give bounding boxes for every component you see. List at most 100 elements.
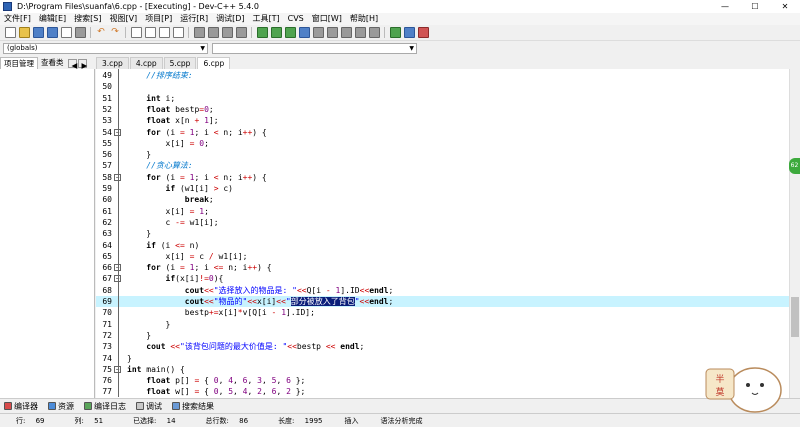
- options-icon[interactable]: [235, 27, 247, 38]
- tab-debug[interactable]: 调试: [132, 401, 162, 412]
- print-icon[interactable]: [74, 27, 86, 38]
- replace-icon[interactable]: [144, 27, 156, 38]
- save-all-icon[interactable]: [46, 27, 58, 38]
- tab-resources[interactable]: 资源: [44, 401, 74, 412]
- profile-icon[interactable]: [326, 27, 338, 38]
- rebuild-icon[interactable]: [298, 27, 310, 38]
- chevron-right-icon[interactable]: ▶: [77, 58, 87, 70]
- menu-item[interactable]: CVS: [284, 13, 308, 25]
- menu-item[interactable]: 编辑[E]: [35, 13, 70, 25]
- code-line[interactable]: 50: [96, 81, 789, 92]
- scrollbar-thumb[interactable]: [791, 297, 799, 337]
- code-text: cout<<"选择放入的物品是: "<<Q[i - 1].ID<<endl;: [184, 285, 394, 295]
- close-file-icon[interactable]: [60, 27, 72, 38]
- code-line[interactable]: 53 float x[n + 1];: [96, 115, 789, 126]
- minimize-button[interactable]: —: [710, 0, 740, 13]
- code-text: if(x[i]!=0){: [165, 274, 224, 284]
- compile-icon[interactable]: [256, 27, 268, 38]
- tab-classes[interactable]: 查看类: [38, 57, 67, 69]
- tab-search-results[interactable]: 搜索结果: [168, 401, 214, 412]
- code-line[interactable]: 54− for (i = 1; i < n; i++) {: [96, 127, 789, 138]
- project-icon[interactable]: [193, 27, 205, 38]
- code-line[interactable]: 57 //贪心算法:: [96, 160, 789, 171]
- find-next-icon[interactable]: [158, 27, 170, 38]
- code-line[interactable]: 68 cout<<"选择放入的物品是: "<<Q[i - 1].ID<<endl…: [96, 285, 789, 296]
- code-line[interactable]: 75−int main() {: [96, 364, 789, 375]
- code-line[interactable]: 64 if (i <= n): [96, 240, 789, 251]
- line-number: 51: [102, 93, 112, 103]
- tab-compiler[interactable]: 编译器: [0, 401, 38, 412]
- code-line[interactable]: 56 }: [96, 149, 789, 160]
- debug-icon[interactable]: [312, 27, 324, 38]
- code-line[interactable]: 59 if (w1[i] > c): [96, 183, 789, 194]
- menu-item[interactable]: 视图[V]: [105, 13, 141, 25]
- status-row: 行: 69: [8, 416, 45, 426]
- run-icon[interactable]: [270, 27, 282, 38]
- menu-item[interactable]: 帮助[H]: [346, 13, 382, 25]
- code-line[interactable]: 77 float w[] = { 0, 5, 4, 2, 6, 2 };: [96, 386, 789, 397]
- code-line[interactable]: 51 int i;: [96, 93, 789, 104]
- code-line[interactable]: 62 c -= w1[i];: [96, 217, 789, 228]
- check-syntax-icon[interactable]: [340, 27, 352, 38]
- code-editor[interactable]: 49 //排序结束: 50 51 int i; 52 float bestp=0; 53…: [96, 69, 789, 398]
- close-button[interactable]: ✕: [770, 0, 800, 13]
- save-icon[interactable]: [32, 27, 44, 38]
- code-line[interactable]: 52 float bestp=0;: [96, 104, 789, 115]
- code-line[interactable]: 67− if(x[i]!=0){: [96, 273, 789, 284]
- vertical-scrollbar[interactable]: [789, 69, 800, 398]
- code-line[interactable]: 71 }: [96, 319, 789, 330]
- stop-icon[interactable]: [417, 27, 429, 38]
- new-file-icon[interactable]: [4, 27, 16, 38]
- chart-icon[interactable]: [354, 27, 366, 38]
- code-line[interactable]: 55 x[i] = 0;: [96, 138, 789, 149]
- help-icon[interactable]: [403, 27, 415, 38]
- bar-chart-icon[interactable]: [368, 27, 380, 38]
- menu-item[interactable]: 文件[F]: [0, 13, 35, 25]
- menu-item[interactable]: 调试[D]: [212, 13, 248, 25]
- tab-compile-log[interactable]: 编译日志: [80, 401, 126, 412]
- goto-line-icon[interactable]: [172, 27, 184, 38]
- tab-project[interactable]: 项目管理: [0, 56, 38, 70]
- tab-file[interactable]: 6.cpp: [197, 57, 231, 69]
- line-number: 68: [102, 285, 112, 295]
- code-line[interactable]: 60 break;: [96, 194, 789, 205]
- status-mode: 插入: [344, 416, 359, 425]
- compile-run-icon[interactable]: [284, 27, 296, 38]
- code-line[interactable]: 69 cout<<"物品的"<<x[i]<<"部分被放入了背包"<<endl;: [96, 296, 789, 308]
- menu-item[interactable]: 窗口[W]: [308, 13, 346, 25]
- menu-item[interactable]: 运行[R]: [176, 13, 212, 25]
- menu-item[interactable]: 搜索[S]: [70, 13, 105, 25]
- code-line[interactable]: 74}: [96, 353, 789, 364]
- code-line[interactable]: 72 }: [96, 330, 789, 341]
- code-line[interactable]: 76 float p[] = { 0, 4, 6, 3, 5, 6 };: [96, 375, 789, 386]
- code-line[interactable]: 65 x[i] = c / w1[i];: [96, 251, 789, 262]
- tab-file[interactable]: 5.cpp: [163, 57, 197, 69]
- find-icon[interactable]: [130, 27, 142, 38]
- open-file-icon[interactable]: [18, 27, 30, 38]
- remove-file-icon[interactable]: [221, 27, 233, 38]
- code-line[interactable]: 70 bestp+=x[i]*v[Q[i - 1].ID];: [96, 307, 789, 318]
- tab-file[interactable]: 3.cpp: [96, 57, 129, 69]
- add-file-icon[interactable]: [207, 27, 219, 38]
- undo-icon[interactable]: ↶: [96, 27, 107, 38]
- maximize-button[interactable]: ☐: [740, 0, 770, 13]
- member-combo[interactable]: ▼: [212, 43, 417, 54]
- goto-icon[interactable]: [389, 27, 401, 38]
- search-icon: [172, 402, 180, 410]
- code-line[interactable]: 61 x[i] = 1;: [96, 206, 789, 217]
- status-col-value: 51: [94, 416, 104, 425]
- menu-item[interactable]: 项目[P]: [141, 13, 176, 25]
- code-line[interactable]: 58− for (i = 1; i < n; i++) {: [96, 172, 789, 183]
- code-line[interactable]: 66− for (i = 1; i <= n; i++) {: [96, 262, 789, 273]
- tab-file[interactable]: 4.cpp: [129, 57, 163, 69]
- code-line[interactable]: 49 //排序结束:: [96, 70, 789, 81]
- menu-item[interactable]: 工具[T]: [248, 13, 283, 25]
- main-toolbar: ↶ ↷: [0, 25, 800, 41]
- status-length-value: 1995: [304, 416, 323, 425]
- chevron-left-icon[interactable]: ◀: [67, 58, 77, 70]
- redo-icon[interactable]: ↷: [110, 27, 121, 38]
- code-line[interactable]: 73 cout <<"该背包问题的最大价值是: "<<bestp << endl…: [96, 341, 789, 352]
- code-line[interactable]: 63 }: [96, 228, 789, 239]
- scope-combo[interactable]: (globals) ▼: [3, 43, 208, 54]
- status-bar: 行: 69 列: 51 已选择: 14 总行数: 86 长度: 1995 插入 …: [0, 413, 800, 427]
